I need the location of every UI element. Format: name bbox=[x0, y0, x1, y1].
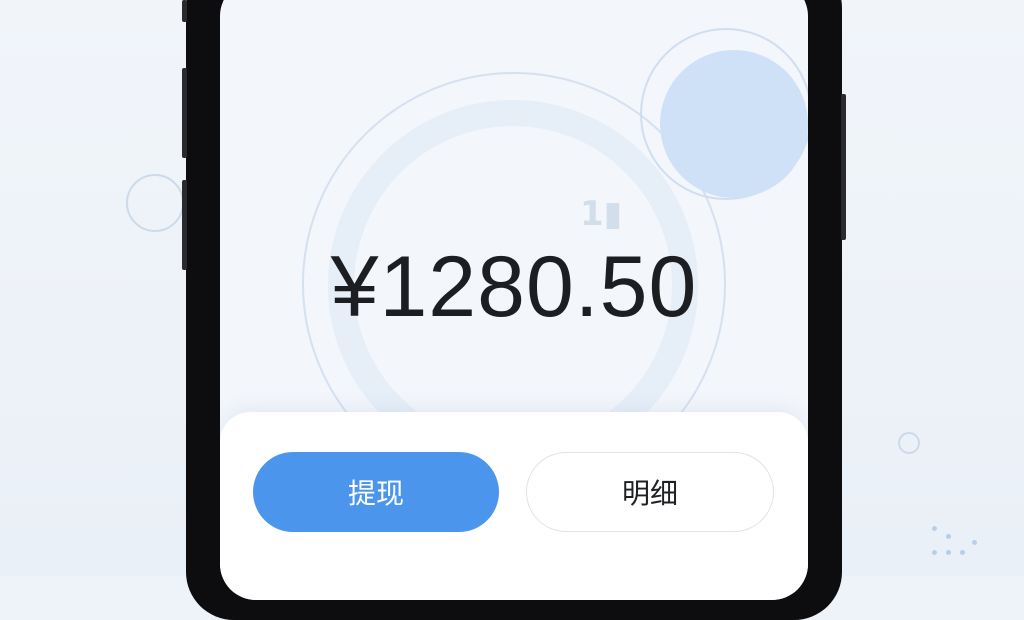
background-ring-decoration bbox=[126, 174, 184, 232]
dots-pattern-decoration bbox=[924, 524, 984, 564]
details-button[interactable]: 明细 bbox=[526, 452, 774, 532]
logo-watermark: 1▮ bbox=[580, 194, 623, 234]
phone-side-button bbox=[182, 68, 187, 158]
phone-side-button bbox=[841, 94, 846, 240]
app-screen: 1▮ ¥1280.50 提现 明细 bbox=[220, 0, 808, 600]
background-ring-decoration bbox=[898, 432, 920, 454]
phone-side-button bbox=[182, 180, 187, 270]
withdraw-button[interactable]: 提现 bbox=[253, 452, 499, 532]
balance-amount: ¥1280.50 bbox=[330, 239, 698, 335]
phone-side-button bbox=[182, 0, 187, 22]
decorative-circle bbox=[660, 50, 808, 198]
